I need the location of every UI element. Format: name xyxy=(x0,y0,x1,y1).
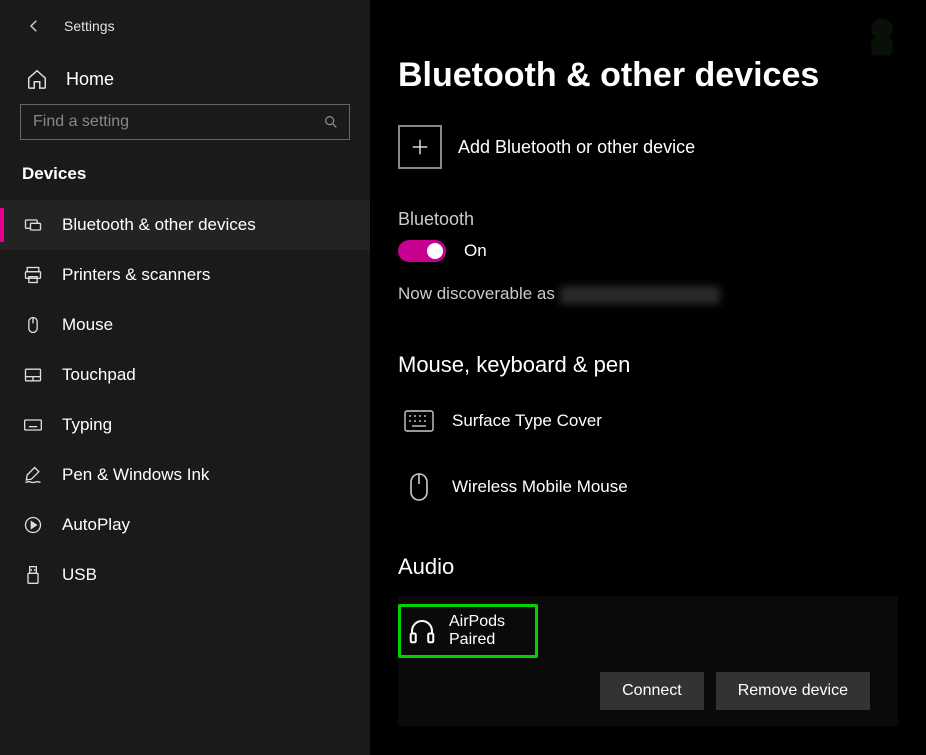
nav-label: Printers & scanners xyxy=(62,265,210,285)
back-button[interactable] xyxy=(24,16,44,36)
discoverable-text: Now discoverable as xyxy=(398,284,898,304)
nav-item-bluetooth[interactable]: Bluetooth & other devices xyxy=(0,200,370,250)
sidebar: Settings Home Devices Bluetooth & oth xyxy=(0,0,370,755)
nav-label: Typing xyxy=(62,415,112,435)
bluetooth-toggle[interactable] xyxy=(398,240,446,262)
device-name-redacted xyxy=(560,286,720,304)
watermark-logo xyxy=(856,12,908,64)
add-device-button[interactable]: Add Bluetooth or other device xyxy=(398,125,898,169)
nav-label: Pen & Windows Ink xyxy=(62,465,209,485)
device-row-keyboard[interactable]: Surface Type Cover xyxy=(398,394,898,460)
pen-icon xyxy=(22,464,44,486)
home-icon xyxy=(26,68,48,90)
nav-item-printers[interactable]: Printers & scanners xyxy=(0,250,370,300)
nav-item-mouse[interactable]: Mouse xyxy=(0,300,370,350)
add-device-label: Add Bluetooth or other device xyxy=(458,137,695,158)
discoverable-prefix: Now discoverable as xyxy=(398,284,560,303)
connect-button[interactable]: Connect xyxy=(600,672,704,710)
printer-icon xyxy=(22,264,44,286)
nav-label: AutoPlay xyxy=(62,515,130,535)
plus-icon xyxy=(398,125,442,169)
section-title-audio: Audio xyxy=(398,554,898,580)
page-title: Bluetooth & other devices xyxy=(398,56,898,95)
headphones-icon xyxy=(407,616,437,646)
remove-device-button[interactable]: Remove device xyxy=(716,672,870,710)
nav-item-typing[interactable]: Typing xyxy=(0,400,370,450)
nav-item-autoplay[interactable]: AutoPlay xyxy=(0,500,370,550)
section-title-mkp: Mouse, keyboard & pen xyxy=(398,352,898,378)
audio-device-name: AirPods xyxy=(449,613,505,631)
nav-label: Bluetooth & other devices xyxy=(62,215,256,235)
mouse-device-icon xyxy=(402,470,436,504)
home-label: Home xyxy=(66,69,114,90)
home-nav[interactable]: Home xyxy=(0,54,370,104)
device-row-mouse[interactable]: Wireless Mobile Mouse xyxy=(398,460,898,526)
device-name: Surface Type Cover xyxy=(452,411,602,431)
keyboard-icon xyxy=(22,414,44,436)
autoplay-icon xyxy=(22,514,44,536)
devices-icon xyxy=(22,214,44,236)
nav-list: Bluetooth & other devices Printers & sca… xyxy=(0,200,370,600)
nav-label: Mouse xyxy=(62,315,113,335)
search-icon xyxy=(323,114,339,130)
nav-item-pen[interactable]: Pen & Windows Ink xyxy=(0,450,370,500)
main-panel: Bluetooth & other devices Add Bluetooth … xyxy=(370,0,926,755)
usb-icon xyxy=(22,564,44,586)
audio-device-card: AirPods Paired Connect Remove device xyxy=(398,596,898,726)
section-heading-devices: Devices xyxy=(0,158,370,200)
toggle-state-label: On xyxy=(464,241,487,261)
mouse-icon xyxy=(22,314,44,336)
nav-item-touchpad[interactable]: Touchpad xyxy=(0,350,370,400)
search-box[interactable] xyxy=(20,104,350,140)
arrow-left-icon xyxy=(25,17,43,35)
keyboard-device-icon xyxy=(402,404,436,438)
bluetooth-heading: Bluetooth xyxy=(398,209,898,230)
touchpad-icon xyxy=(22,364,44,386)
nav-item-usb[interactable]: USB xyxy=(0,550,370,600)
window-title: Settings xyxy=(64,18,115,34)
nav-label: Touchpad xyxy=(62,365,136,385)
search-input[interactable] xyxy=(33,113,309,131)
audio-device-item[interactable]: AirPods Paired xyxy=(398,604,538,658)
audio-device-status: Paired xyxy=(449,631,505,649)
device-name: Wireless Mobile Mouse xyxy=(452,477,628,497)
nav-label: USB xyxy=(62,565,97,585)
